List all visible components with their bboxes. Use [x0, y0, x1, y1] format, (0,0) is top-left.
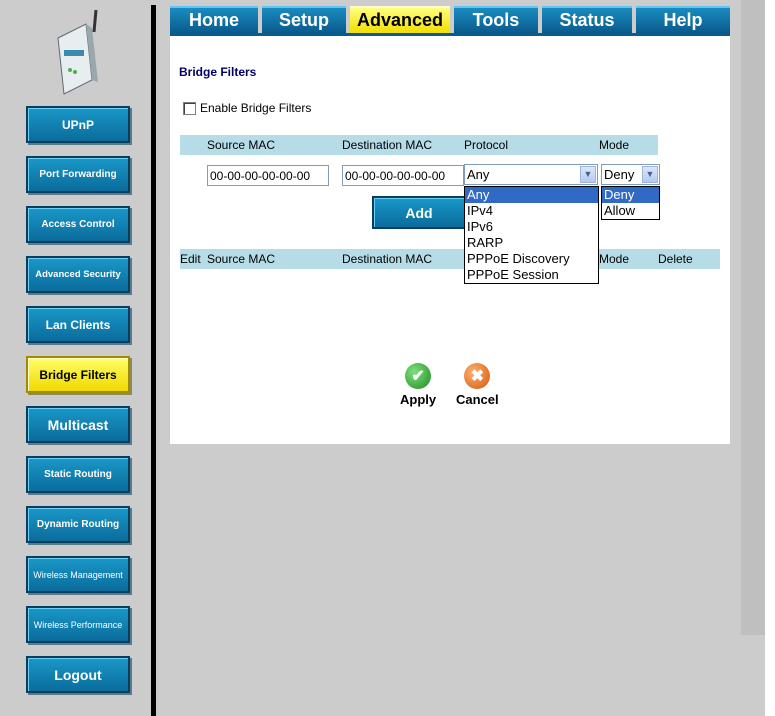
- sidebar-divider: [151, 5, 156, 716]
- window-edge: [765, 0, 775, 716]
- header-mode: Mode: [599, 138, 630, 152]
- sidebar-item-advanced-security[interactable]: Advanced Security: [26, 256, 130, 293]
- rules-table-header: Edit Source MAC Destination MAC Mode Del…: [180, 249, 720, 269]
- header-protocol: Protocol: [464, 138, 509, 152]
- sidebar-item-dynamic-routing[interactable]: Dynamic Routing: [26, 506, 130, 543]
- protocol-option-rarp[interactable]: RARP: [465, 235, 598, 251]
- page-title: Bridge Filters: [179, 65, 257, 79]
- cancel-button[interactable]: ✖ Cancel: [456, 363, 499, 407]
- chevron-down-icon[interactable]: ▼: [642, 166, 658, 183]
- tab-tools[interactable]: Tools: [454, 6, 538, 33]
- main-panel: Bridge Filters Enable Bridge Filters Sou…: [170, 36, 730, 444]
- enable-bridge-filters-row: Enable Bridge Filters: [183, 101, 311, 115]
- mode-selected-value: Deny: [604, 167, 635, 182]
- sidebar-item-wireless-management[interactable]: Wireless Management: [26, 556, 130, 593]
- apply-button[interactable]: ✔ Apply: [400, 363, 436, 407]
- add-button[interactable]: Add: [372, 196, 466, 229]
- sidebar-item-access-control[interactable]: Access Control: [26, 206, 130, 243]
- tab-home[interactable]: Home: [170, 6, 258, 33]
- sidebar: UPnP Port Forwarding Access Control Adva…: [0, 0, 152, 716]
- col-delete: Delete: [658, 252, 693, 266]
- protocol-dropdown-list: Any IPv4 IPv6 RARP PPPoE Discovery PPPoE…: [464, 186, 599, 284]
- col-source-mac: Source MAC: [207, 252, 276, 266]
- checkmark-icon: ✔: [405, 363, 432, 389]
- router-device-icon: [57, 10, 98, 95]
- cancel-label: Cancel: [456, 392, 499, 407]
- protocol-selected-value: Any: [467, 167, 490, 182]
- header-destination-mac: Destination MAC: [342, 138, 433, 152]
- tab-help[interactable]: Help: [636, 6, 730, 33]
- protocol-select[interactable]: Any ▼: [464, 164, 598, 185]
- protocol-option-ipv4[interactable]: IPv4: [465, 203, 598, 219]
- sidebar-item-lan-clients[interactable]: Lan Clients: [26, 306, 130, 343]
- mode-dropdown-list: Deny Allow: [601, 186, 660, 220]
- sidebar-item-logout[interactable]: Logout: [26, 656, 130, 693]
- tab-advanced[interactable]: Advanced: [350, 6, 450, 33]
- sidebar-item-upnp[interactable]: UPnP: [26, 106, 130, 143]
- apply-label: Apply: [400, 392, 437, 407]
- sidebar-item-port-forwarding[interactable]: Port Forwarding: [26, 156, 130, 193]
- protocol-option-pppoe-discovery[interactable]: PPPoE Discovery: [465, 251, 598, 267]
- mode-select[interactable]: Deny ▼: [601, 164, 660, 185]
- protocol-option-any[interactable]: Any: [465, 187, 598, 203]
- protocol-option-pppoe-session[interactable]: PPPoE Session: [465, 267, 598, 283]
- form-header-row: Source MAC Destination MAC Protocol Mode: [180, 135, 658, 155]
- col-mode: Mode: [599, 252, 630, 266]
- sidebar-item-wireless-performance[interactable]: Wireless Performance: [26, 606, 130, 643]
- col-edit: Edit: [180, 252, 201, 266]
- mode-option-allow[interactable]: Allow: [602, 203, 659, 219]
- source-mac-input[interactable]: [207, 165, 329, 186]
- enable-bridge-filters-label: Enable Bridge Filters: [200, 101, 312, 115]
- header-source-mac: Source MAC: [207, 138, 276, 152]
- enable-bridge-filters-checkbox[interactable]: [183, 101, 196, 115]
- sidebar-item-static-routing[interactable]: Static Routing: [26, 456, 130, 493]
- cancel-x-icon: ✖: [464, 363, 491, 389]
- mode-option-deny[interactable]: Deny: [602, 187, 659, 203]
- sidebar-item-multicast[interactable]: Multicast: [26, 406, 130, 443]
- sidebar-item-bridge-filters[interactable]: Bridge Filters: [26, 356, 130, 393]
- destination-mac-input[interactable]: [342, 165, 464, 186]
- tab-status[interactable]: Status: [542, 6, 632, 33]
- col-destination-mac: Destination MAC: [342, 252, 433, 266]
- chevron-down-icon[interactable]: ▼: [580, 166, 596, 183]
- scroll-area: [741, 0, 765, 635]
- tab-setup[interactable]: Setup: [262, 6, 346, 33]
- protocol-option-ipv6[interactable]: IPv6: [465, 219, 598, 235]
